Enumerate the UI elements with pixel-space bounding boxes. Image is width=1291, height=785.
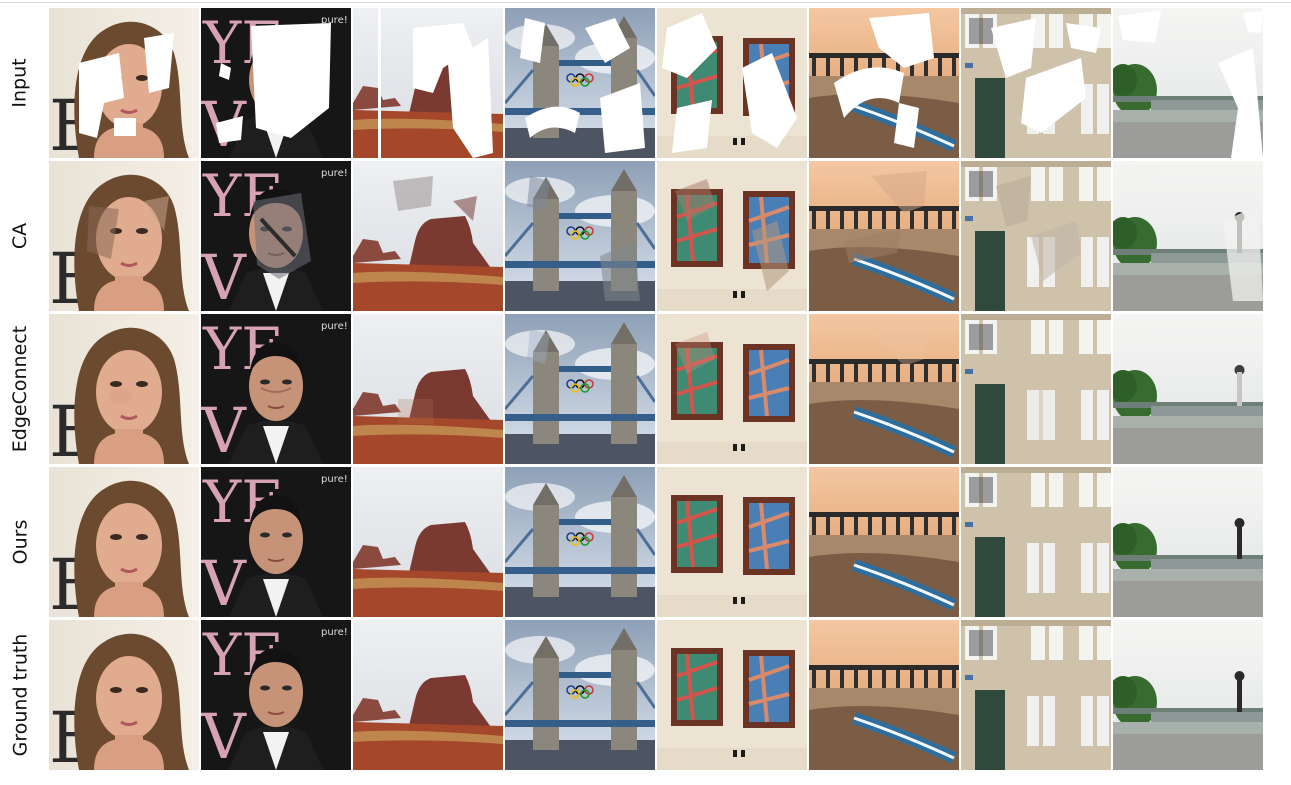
svg-text:pure!: pure!	[321, 474, 348, 485]
image-ca-man-portrait: YE V pure!	[201, 161, 351, 311]
image-ours-framed-paintings	[657, 467, 807, 617]
image-ground-truth-man-portrait: YE V pure!	[201, 620, 351, 770]
image-ours-woman-portrait: E	[49, 467, 199, 617]
image-edgeconnect-building-facade	[961, 314, 1111, 464]
row-label-ca: CA	[8, 222, 31, 250]
image-input-pier-sunset	[809, 8, 959, 158]
image-ours-pier-sunset	[809, 467, 959, 617]
image-ca-framed-paintings	[657, 161, 807, 311]
image-input-tower-bridge	[505, 8, 655, 158]
image-input-building-facade	[961, 8, 1111, 158]
image-ground-truth-woman-portrait: E	[49, 620, 199, 770]
row-label-ground-truth: Ground truth	[9, 633, 32, 757]
image-edgeconnect-woman-portrait: E	[49, 314, 199, 464]
image-input-framed-paintings	[657, 8, 807, 158]
image-ours-man-portrait: YE V pure!	[201, 467, 351, 617]
image-ca-building-facade	[961, 161, 1111, 311]
image-ground-truth-desert-butte	[353, 620, 503, 770]
image-edgeconnect-river-bridge-park	[1113, 314, 1263, 464]
image-edgeconnect-tower-bridge	[505, 314, 655, 464]
image-edgeconnect-man-portrait: YE V pure!	[201, 314, 351, 464]
image-input-desert-butte	[353, 8, 503, 158]
image-edgeconnect-framed-paintings	[657, 314, 807, 464]
image-ca-woman-portrait: E	[49, 161, 199, 311]
svg-text:pure!: pure!	[321, 321, 348, 332]
image-ours-tower-bridge	[505, 467, 655, 617]
image-input-woman-portrait: E	[49, 8, 199, 158]
image-ours-river-bridge-park	[1113, 467, 1263, 617]
image-ground-truth-tower-bridge	[505, 620, 655, 770]
image-input-river-bridge-park	[1113, 8, 1263, 158]
image-ca-pier-sunset	[809, 161, 959, 311]
svg-text:pure!: pure!	[321, 627, 348, 638]
image-ours-desert-butte	[353, 467, 503, 617]
image-ca-river-bridge-park	[1113, 161, 1263, 311]
image-input-man-portrait: YE V pure!	[201, 8, 351, 158]
image-ca-desert-butte	[353, 161, 503, 311]
top-divider	[0, 2, 1291, 3]
image-ground-truth-pier-sunset	[809, 620, 959, 770]
svg-text:pure!: pure!	[321, 168, 348, 179]
image-edgeconnect-pier-sunset	[809, 314, 959, 464]
image-ground-truth-river-bridge-park	[1113, 620, 1263, 770]
row-label-ours: Ours	[9, 519, 31, 565]
image-edgeconnect-desert-butte	[353, 314, 503, 464]
image-ground-truth-framed-paintings	[657, 620, 807, 770]
image-ca-tower-bridge	[505, 161, 655, 311]
row-label-edgeconnect: EdgeConnect	[9, 325, 32, 453]
image-ours-building-facade	[961, 467, 1111, 617]
image-ground-truth-building-facade	[961, 620, 1111, 770]
row-label-input: Input	[9, 58, 32, 108]
